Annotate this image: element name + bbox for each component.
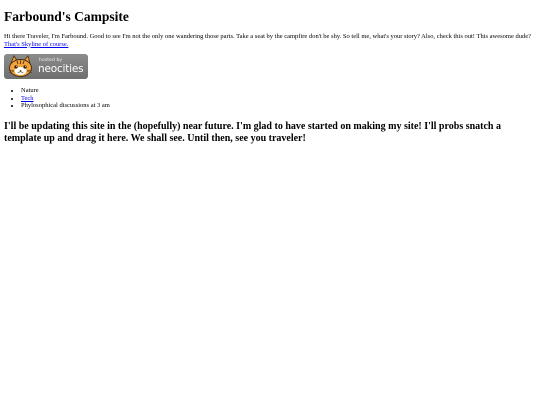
topic-list: Nature Tech Phylosophical discussions at… bbox=[4, 87, 536, 110]
page: Farbound's Campsite Hi there Traveler, I… bbox=[0, 9, 540, 405]
nature-label: Nature bbox=[21, 87, 39, 94]
philosophical-label: Phylosophical discussions at 3 am bbox=[21, 102, 110, 109]
intro-paragraph: Hi there Traveler, I'm Farbound. Good to… bbox=[4, 33, 536, 48]
list-item-philosophical: Phylosophical discussions at 3 am bbox=[21, 102, 536, 110]
neocities-cat-icon bbox=[8, 55, 33, 77]
tech-link[interactable]: Tech bbox=[21, 95, 34, 102]
skyline-link[interactable]: That's Skyline of course. bbox=[4, 41, 68, 48]
list-item-tech: Tech bbox=[21, 95, 536, 103]
update-notice: I'll be updating this site in the (hopef… bbox=[4, 120, 501, 144]
list-item-nature: Nature bbox=[21, 87, 536, 95]
neocities-badge[interactable]: hosted by neocities bbox=[4, 54, 88, 79]
page-title: Farbound's Campsite bbox=[4, 9, 129, 24]
intro-text: Hi there Traveler, I'm Farbound. Good to… bbox=[4, 33, 531, 40]
badge-brand-text: neocities bbox=[38, 63, 84, 75]
